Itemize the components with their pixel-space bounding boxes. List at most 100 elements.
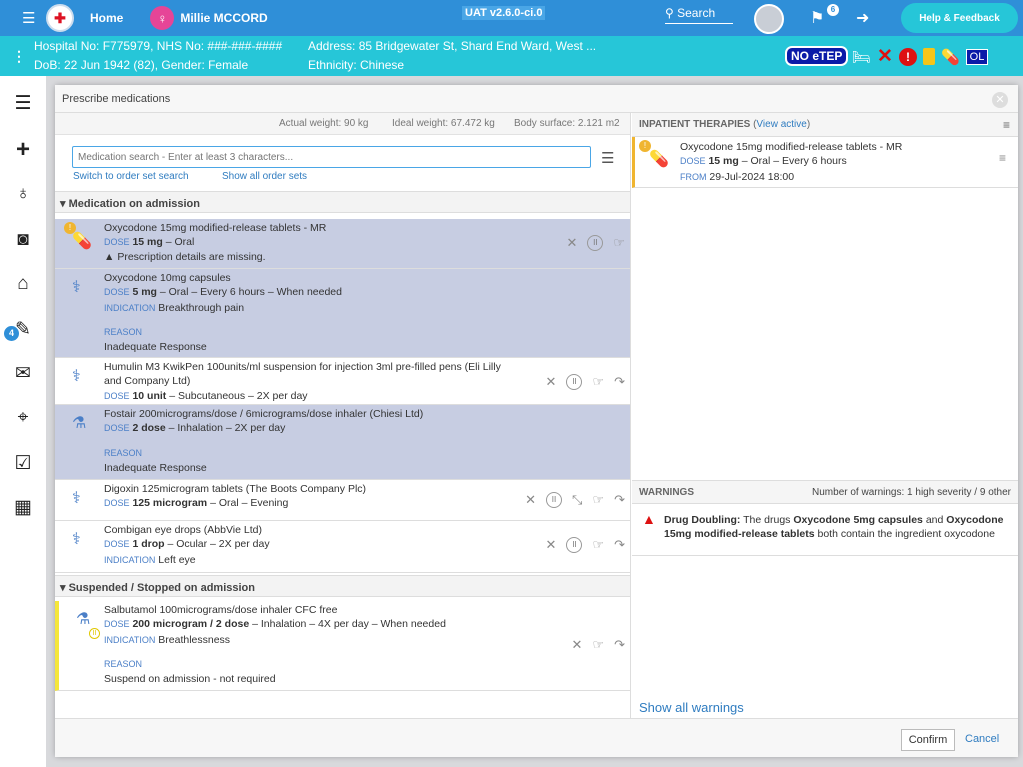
inpatient-therapies-header: INPATIENT THERAPIES (View active) ≡ [632, 113, 1018, 137]
view-active-link[interactable]: View active [756, 119, 806, 130]
search-label: Search [677, 6, 716, 20]
continue-icon[interactable]: ↷ [614, 537, 625, 553]
warning-text: Drug Doubling: The drugs Oxycodone 5mg c… [664, 514, 1004, 540]
medication-row[interactable]: ⚕ Digoxin 125microgram tablets (The Boot… [55, 480, 630, 521]
continue-icon[interactable]: ↷ [614, 374, 625, 390]
capsule-icon: 💊 [649, 151, 669, 168]
building-icon[interactable]: ▦ [9, 494, 37, 522]
pill-icon[interactable]: 💊 [941, 48, 960, 66]
dialog-header: Prescribe medications ✕ [55, 85, 1018, 113]
rx-icon: ⚕ [72, 368, 81, 385]
cross-icon[interactable]: ✕ [877, 45, 893, 68]
medication-row[interactable]: ⚕ Combigan eye drops (AbbVie Ltd) DOSE 1… [55, 521, 630, 573]
prescribe-hand-icon[interactable]: ☞ [592, 492, 604, 508]
list-icon[interactable]: ☰ [9, 90, 37, 118]
add-icon[interactable]: + [9, 136, 37, 164]
pause-icon[interactable]: II [566, 537, 583, 553]
search-menu-icon[interactable]: ☰ [601, 149, 614, 167]
prescribe-hand-icon[interactable]: ☞ [592, 374, 604, 390]
medication-name: Fostair 200micrograms/dose / 6micrograms… [104, 408, 424, 420]
remove-icon[interactable]: ✕ [546, 374, 557, 390]
remove-icon[interactable]: ✕ [572, 637, 583, 653]
clipboard-icon[interactable] [922, 48, 935, 65]
medication-name: Salbutamol 100micrograms/dose inhaler CF… [104, 604, 338, 616]
kebab-menu-icon[interactable]: ⋮ [12, 48, 26, 65]
ol-badge[interactable]: OL [965, 48, 989, 65]
remove-icon[interactable]: ✕ [546, 537, 557, 553]
patient-banner: ⋮ Hospital No: F775979, NHS No: ###-###-… [0, 36, 1023, 76]
show-all-order-sets-link[interactable]: Show all order sets [222, 171, 307, 182]
prescribe-medications-dialog: Prescribe medications ✕ Actual weight: 9… [55, 85, 1018, 757]
remove-icon[interactable]: ✕ [525, 492, 536, 508]
app-logo[interactable]: ✚ [46, 4, 74, 32]
prescribe-hand-icon[interactable]: ☞ [592, 537, 604, 553]
bed-icon[interactable]: 🛏 [852, 48, 871, 66]
continue-icon[interactable]: ↷ [614, 492, 625, 508]
show-all-warnings-link[interactable]: Show all warnings [639, 700, 744, 715]
medication-row[interactable]: ⚗ Fostair 200micrograms/dose / 6microgra… [55, 405, 630, 480]
warnings-header: WARNINGS Number of warnings: 1 high seve… [632, 480, 1018, 504]
prescribe-hand-icon[interactable]: ☞ [613, 235, 625, 251]
checklist-icon[interactable]: ☑ [9, 450, 37, 478]
rx-icon: ⚕ [72, 490, 81, 507]
ideal-weight: Ideal weight: 67.472 kg [392, 118, 495, 129]
medication-row[interactable]: ⚕ Oxycodone 10mg capsules DOSE 5 mg – Or… [55, 269, 630, 358]
search-button[interactable]: ⚲ Search [665, 6, 733, 24]
camera-icon[interactable]: ◙ [9, 226, 37, 254]
medication-row[interactable]: ⚗ II Salbutamol 100micrograms/dose inhal… [55, 601, 630, 691]
version-label: UAT v2.6.0-ci.0 [462, 6, 546, 20]
pause-icon[interactable]: II [546, 492, 563, 508]
therapy-name: Oxycodone 15mg modified-release tablets … [680, 141, 903, 153]
medication-search-input[interactable] [72, 146, 591, 168]
medication-panel: Actual weight: 90 kg Ideal weight: 67.47… [55, 113, 631, 718]
flag-icon[interactable]: ⚑ [810, 8, 824, 28]
medication-name: Humulin M3 KwikPen 100units/ml suspensio… [104, 361, 501, 387]
home-medical-icon[interactable]: ⌂ [9, 270, 37, 298]
remove-icon[interactable]: ✕ [566, 235, 577, 251]
medication-name: Digoxin 125microgram tablets (The Boots … [104, 483, 367, 495]
address: Address: 85 Bridgewater St, Shard End Wa… [308, 39, 597, 53]
flag-count-badge: 6 [827, 4, 839, 16]
close-icon[interactable]: ✕ [992, 92, 1008, 108]
pause-icon[interactable]: II [566, 374, 583, 390]
search-icon: ⚲ [665, 6, 678, 20]
user-avatar[interactable] [754, 4, 784, 34]
pause-icon[interactable]: II [587, 235, 604, 251]
warning-icon: ▲ [104, 251, 118, 263]
help-feedback-button[interactable]: Help & Feedback [901, 3, 1018, 33]
therapies-panel: INPATIENT THERAPIES (View active) ≡ ! 💊 … [632, 113, 1018, 718]
confirm-button[interactable]: Confirm [901, 729, 955, 751]
prescribe-count-badge: 4 [4, 326, 19, 341]
medication-row[interactable]: ⚕ Humulin M3 KwikPen 100units/ml suspens… [55, 358, 630, 405]
menu-icon[interactable]: ≡ [1003, 118, 1010, 132]
stethoscope-icon[interactable]: ♁ [9, 180, 37, 208]
row-menu-icon[interactable]: ≡ [999, 151, 1006, 165]
home-link[interactable]: Home [90, 11, 123, 25]
section-medication-on-admission[interactable]: ▾ Medication on admission [55, 191, 630, 213]
divider [632, 555, 1018, 556]
alert-icon[interactable]: ! [898, 47, 917, 66]
medication-name: Oxycodone 15mg modified-release tablets … [104, 222, 327, 234]
no-etep-badge[interactable]: NO eTEP [785, 46, 849, 66]
inpatient-therapy-row[interactable]: ! 💊 Oxycodone 15mg modified-release tabl… [632, 137, 1018, 188]
alert-icons: 🛏 ✕ ! 💊 OL [852, 45, 989, 68]
logout-icon[interactable]: ➜ [856, 8, 869, 28]
discharge-icon[interactable]: ⌖ [9, 404, 37, 432]
medication-name: Combigan eye drops (AbbVie Ltd) [104, 524, 262, 536]
switch-order-set-link[interactable]: Switch to order set search [73, 171, 189, 182]
dialog-footer: Confirm Cancel [55, 718, 1018, 757]
hamburger-icon[interactable]: ☰ [22, 11, 36, 26]
patient-name[interactable]: Millie MCCORD [180, 11, 267, 25]
medication-row[interactable]: ! 💊 Oxycodone 15mg modified-release tabl… [55, 219, 630, 269]
section-suspended-stopped[interactable]: ▾ Suspended / Stopped on admission [55, 575, 630, 597]
resize-icon[interactable]: ⤡ [572, 492, 582, 508]
prescribe-hand-icon[interactable]: ☞ [592, 637, 604, 653]
rx-icon: ⚕ [72, 531, 81, 548]
continue-icon[interactable]: ↷ [614, 637, 625, 653]
inbox-icon[interactable]: ✉ [9, 360, 37, 388]
cancel-link[interactable]: Cancel [965, 733, 999, 745]
inhaler-icon: ⚗ [72, 415, 87, 432]
ethnicity: Ethnicity: Chinese [308, 58, 405, 72]
date-of-birth: DoB: 22 Jun 1942 (82), Gender: Female [34, 58, 249, 72]
patient-avatar-icon: ♀ [150, 6, 175, 30]
